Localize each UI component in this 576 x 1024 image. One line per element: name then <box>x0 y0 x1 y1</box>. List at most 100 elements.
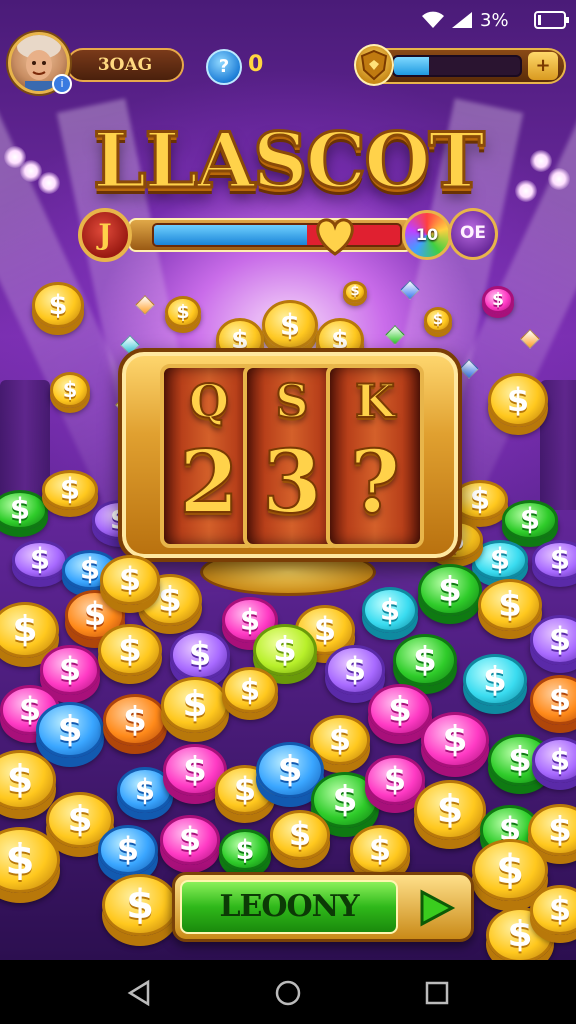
coin-symbol: $ <box>273 629 297 670</box>
coin: $ <box>270 810 330 860</box>
coin-symbol: $ <box>413 639 437 680</box>
reel-main-symbol: ? <box>349 431 401 534</box>
coin: $ <box>0 750 56 810</box>
coin: $ <box>530 885 576 935</box>
coin: $ <box>0 827 60 893</box>
gem-currency-icon[interactable]: ? <box>206 49 242 85</box>
game-title: LLASCOT <box>92 115 487 207</box>
coin: $ <box>50 372 90 408</box>
jackpot-letter-badge: J <box>78 208 132 262</box>
recents-icon[interactable] <box>422 978 452 1008</box>
coin-symbol: $ <box>383 760 407 799</box>
coin: $ <box>253 623 317 677</box>
coin-symbol: $ <box>116 830 140 869</box>
avatar-info-badge[interactable]: i <box>52 74 72 94</box>
wifi-icon <box>422 11 444 28</box>
back-icon[interactable] <box>124 978 154 1008</box>
reel-main-symbol: 3 <box>261 431 323 534</box>
play-arrow-icon[interactable] <box>408 884 460 932</box>
coin: $ <box>222 667 278 713</box>
coin-symbol: $ <box>176 300 190 323</box>
coin-symbol: $ <box>5 835 35 885</box>
coin-symbol: $ <box>57 709 83 751</box>
coin-symbol: $ <box>436 787 464 832</box>
coin-symbol: $ <box>506 381 530 419</box>
coin-symbol: $ <box>288 815 312 854</box>
coin: $ <box>530 615 576 665</box>
coin-symbol: $ <box>492 289 504 310</box>
coin: $ <box>532 540 576 580</box>
coin: $ <box>393 633 457 687</box>
coin-symbol: $ <box>548 680 572 719</box>
coin: $ <box>36 702 104 758</box>
coin-symbol: $ <box>388 689 412 730</box>
coin: $ <box>488 373 548 427</box>
round-counter-badge: 10 <box>402 210 452 260</box>
bonus-badge[interactable]: OE <box>448 208 498 260</box>
coin-symbol: $ <box>58 650 82 689</box>
coin: $ <box>102 873 178 937</box>
coin-symbol: $ <box>126 881 154 928</box>
coin: $ <box>165 295 201 329</box>
coin: $ <box>368 683 432 737</box>
xp-progress-bar <box>392 55 522 77</box>
reel-top-symbol: K <box>354 373 396 429</box>
coin-symbol: $ <box>29 542 51 577</box>
coin: $ <box>418 563 482 617</box>
status-bar: 3% <box>0 0 576 40</box>
coin: $ <box>219 828 271 872</box>
reel-main-symbol: 2 <box>178 431 240 534</box>
coin: $ <box>343 281 367 303</box>
coin-symbol: $ <box>343 650 367 689</box>
play-button[interactable]: LEOONY <box>180 880 398 934</box>
coin: $ <box>12 540 68 580</box>
coin: $ <box>103 693 167 747</box>
coin-symbol: $ <box>328 720 352 759</box>
coin-symbol: $ <box>235 834 255 866</box>
level-shield-icon[interactable] <box>354 44 394 86</box>
coin-symbol: $ <box>548 620 572 659</box>
coin-symbol: $ <box>498 584 522 625</box>
coin-balance: 3OAG <box>66 48 184 82</box>
coin-symbol: $ <box>6 757 34 802</box>
xp-progress-fill <box>394 57 430 75</box>
coin: $ <box>532 737 576 783</box>
coin-symbol: $ <box>118 560 142 599</box>
coin-symbol: $ <box>489 542 511 577</box>
coin: $ <box>463 653 527 707</box>
coin-symbol: $ <box>379 593 401 628</box>
signal-icon <box>452 12 472 28</box>
coin-symbol: $ <box>438 569 462 610</box>
coin-symbol: $ <box>519 502 541 537</box>
jackpot-progress-bar <box>152 223 402 247</box>
coin: $ <box>160 815 220 865</box>
coin: $ <box>161 677 229 733</box>
coin: $ <box>424 307 452 333</box>
coin: $ <box>502 500 558 540</box>
coin-symbol: $ <box>178 820 202 859</box>
coin-symbol: $ <box>549 743 571 778</box>
slot-reel-3: K ? <box>326 364 424 548</box>
gem-count: 0 <box>248 52 264 77</box>
coin-symbol: $ <box>239 673 261 708</box>
coin: $ <box>0 490 48 530</box>
coin-symbol: $ <box>123 699 147 740</box>
coin-symbol: $ <box>277 749 303 791</box>
coin: $ <box>350 825 410 875</box>
coin-symbol: $ <box>182 684 208 726</box>
coin: $ <box>98 623 162 677</box>
coin: $ <box>170 630 230 680</box>
coin: $ <box>40 645 100 695</box>
battery-percent: 3% <box>480 10 509 31</box>
coin-symbol: $ <box>134 773 156 808</box>
coin-symbol: $ <box>432 310 444 329</box>
home-icon[interactable] <box>273 978 303 1008</box>
coin: $ <box>421 712 489 768</box>
battery-icon <box>534 11 569 29</box>
coin: $ <box>98 825 158 875</box>
jackpot-progress-fill <box>154 225 307 245</box>
coin: $ <box>42 470 98 510</box>
add-xp-button[interactable]: + <box>528 52 558 80</box>
coin: $ <box>482 285 514 315</box>
coin: $ <box>362 587 418 633</box>
